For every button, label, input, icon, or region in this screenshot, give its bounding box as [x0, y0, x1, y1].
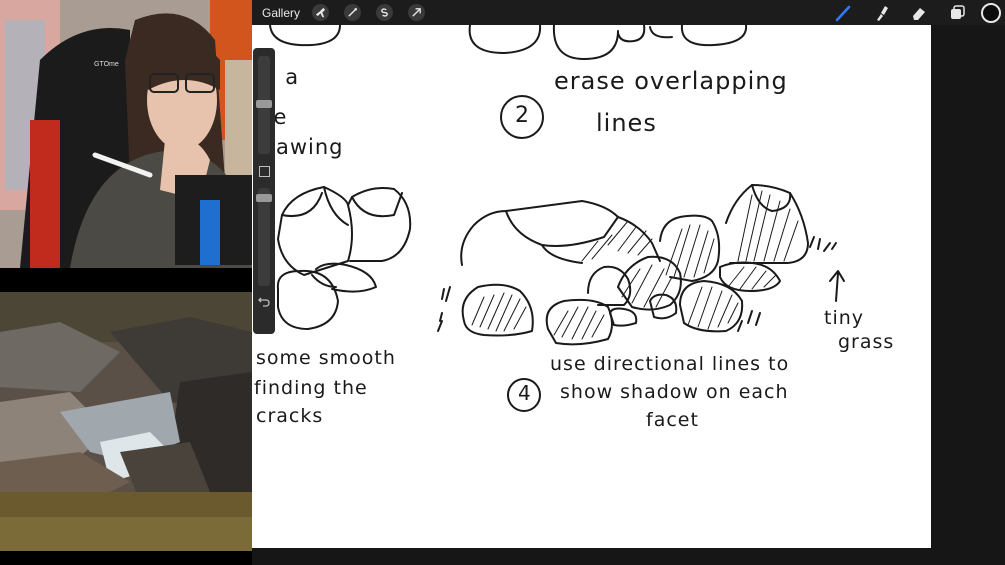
- workspace-background: [931, 25, 1005, 565]
- selection-icon: [381, 8, 388, 17]
- eraser-button[interactable]: [909, 3, 929, 23]
- workspace-background: [252, 548, 931, 565]
- note-text: grass: [838, 331, 895, 353]
- rock-sketches: [269, 25, 845, 412]
- smudge-button[interactable]: [871, 3, 891, 23]
- transform-button[interactable]: [408, 4, 426, 21]
- brush-size-thumb[interactable]: [256, 100, 272, 108]
- rocks-photo: [0, 292, 252, 551]
- actions-button[interactable]: [312, 4, 330, 21]
- smudge-icon: [877, 5, 888, 21]
- note-text: tiny: [824, 307, 865, 329]
- gallery-button[interactable]: Gallery: [262, 6, 300, 20]
- brush-icon: [835, 5, 851, 21]
- layers-button[interactable]: [947, 3, 967, 23]
- reference-photo: [0, 292, 252, 551]
- tool-group: [815, 0, 1005, 25]
- selection-button[interactable]: [376, 4, 394, 21]
- svg-text:GTOme: GTOme: [94, 61, 119, 68]
- adjustments-button[interactable]: [344, 4, 362, 21]
- webcam-feed: GTOme: [0, 0, 252, 268]
- brush-sidebar: [253, 48, 275, 334]
- divider: [0, 551, 252, 565]
- transform-arrow-icon: [412, 8, 421, 17]
- eraser-icon: [913, 7, 925, 20]
- note-text: lines: [596, 109, 657, 137]
- note-text: show shadow on each: [560, 381, 789, 403]
- opacity-thumb[interactable]: [256, 194, 272, 202]
- modify-button[interactable]: [259, 166, 270, 177]
- brush-button[interactable]: [833, 3, 853, 23]
- webcam-image: GTOme: [0, 0, 252, 268]
- wrench-icon: [315, 7, 326, 18]
- color-picker-button[interactable]: [981, 2, 1001, 23]
- step-number: 2: [515, 103, 530, 128]
- note-text: cracks: [256, 405, 324, 427]
- drawing-canvas[interactable]: th a me drawing 2 erase overlapping line…: [252, 25, 931, 548]
- note-text: erase overlapping: [554, 67, 788, 95]
- note-text: some smooth: [256, 347, 396, 369]
- layers-icon: [951, 4, 965, 19]
- note-text: use directional lines to: [550, 353, 790, 375]
- step-number: 4: [518, 381, 532, 405]
- opacity-slider[interactable]: [258, 188, 270, 286]
- divider: [0, 268, 252, 292]
- magic-wand-icon: [348, 8, 358, 17]
- note-text: finding the: [254, 377, 368, 399]
- undo-icon[interactable]: [257, 294, 271, 308]
- note-text: facet: [646, 409, 699, 431]
- top-toolbar: Gallery: [252, 0, 1005, 25]
